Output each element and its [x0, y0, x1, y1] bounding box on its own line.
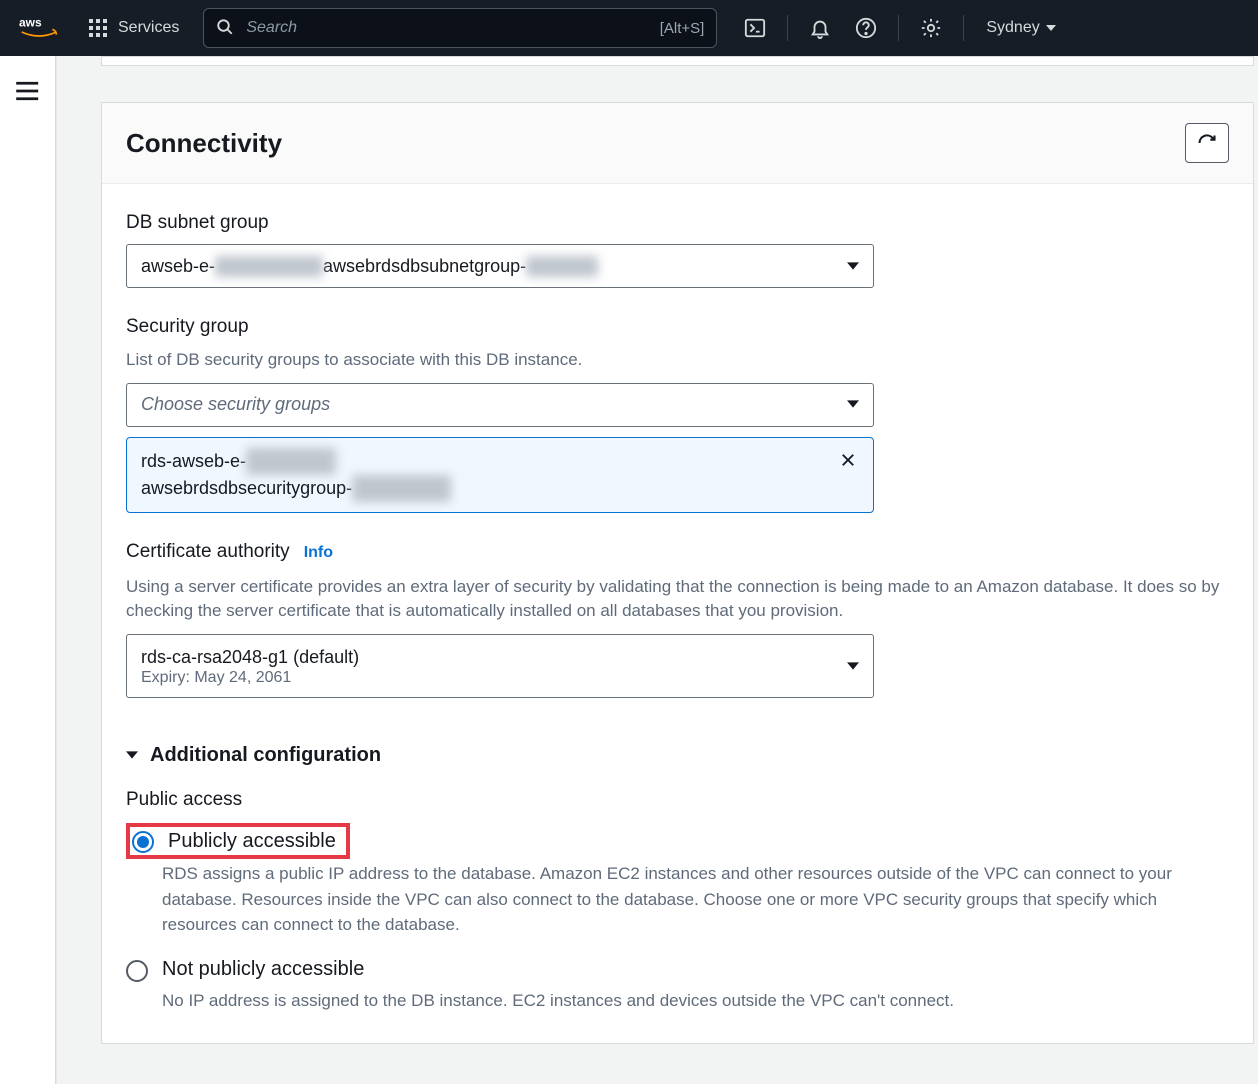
panel-title: Connectivity [126, 128, 282, 159]
hamburger-icon[interactable] [14, 80, 42, 102]
info-link[interactable]: Info [304, 544, 333, 562]
select-value: awseb-e-xxxxxxxxxxxxawsebrdsdbsubnetgrou… [141, 256, 598, 277]
previous-panel-sliver [101, 56, 1254, 66]
grid-icon [88, 18, 108, 38]
caret-down-icon [847, 656, 859, 677]
caret-down-icon [1046, 23, 1056, 33]
connectivity-panel: Connectivity DB subnet group awseb-e-xxx… [101, 102, 1254, 1044]
svg-text:aws: aws [19, 16, 42, 30]
radio-description: RDS assigns a public IP address to the d… [162, 861, 1229, 938]
db-subnet-group-select[interactable]: awseb-e-xxxxxxxxxxxxawsebrdsdbsubnetgrou… [126, 244, 874, 288]
expander-title: Additional configuration [150, 744, 381, 767]
select-subvalue: Expiry: May 24, 2061 [141, 669, 359, 687]
security-group-select[interactable]: Choose security groups [126, 383, 874, 427]
caret-down-icon [847, 394, 859, 415]
caret-down-icon [126, 748, 138, 764]
refresh-icon [1197, 133, 1217, 153]
region-label: Sydney [986, 19, 1039, 37]
gear-icon[interactable] [911, 8, 951, 48]
services-label: Services [118, 19, 179, 37]
token-remove-button[interactable] [837, 448, 859, 479]
nav-divider [963, 15, 964, 41]
side-rail [0, 56, 56, 1084]
field-help: Using a server certificate provides an e… [126, 575, 1229, 624]
help-icon[interactable] [846, 8, 886, 48]
field-label: Certificate authority [126, 541, 290, 563]
not-publicly-accessible-radio[interactable] [126, 960, 148, 982]
public-access-label: Public access [126, 789, 1229, 811]
field-label: Security group [126, 316, 1229, 338]
search-icon [216, 18, 234, 39]
caret-down-icon [847, 256, 859, 277]
services-menu[interactable]: Services [78, 18, 189, 38]
search-input[interactable] [246, 19, 647, 37]
radio-label: Publicly accessible [168, 830, 336, 853]
refresh-button[interactable] [1185, 123, 1229, 163]
region-selector[interactable]: Sydney [976, 19, 1065, 37]
search-box[interactable]: [Alt+S] [203, 8, 717, 48]
radio-description: No IP address is assigned to the DB inst… [162, 988, 1229, 1014]
panel-header: Connectivity [102, 103, 1253, 184]
security-group-token: rds-awseb-e-xxxxxxxxxx awsebrdsdbsecurit… [126, 437, 874, 513]
close-icon [839, 451, 857, 469]
db-subnet-group-field: DB subnet group awseb-e-xxxxxxxxxxxxawse… [126, 212, 1229, 288]
select-value: rds-ca-rsa2048-g1 (default) [141, 645, 359, 669]
field-label: DB subnet group [126, 212, 1229, 234]
publicly-accessible-radio[interactable] [132, 831, 154, 853]
aws-logo[interactable]: aws [16, 16, 62, 40]
top-nav: aws Services [Alt+S] Sydney [0, 0, 1258, 56]
field-help: List of DB security groups to associate … [126, 348, 1229, 373]
bell-icon[interactable] [800, 8, 840, 48]
nav-divider [787, 15, 788, 41]
certificate-authority-select[interactable]: rds-ca-rsa2048-g1 (default) Expiry: May … [126, 634, 874, 698]
cloudshell-icon[interactable] [735, 8, 775, 48]
select-placeholder: Choose security groups [141, 394, 330, 415]
token-text: rds-awseb-e-xxxxxxxxxx awsebrdsdbsecurit… [141, 448, 451, 502]
security-group-field: Security group List of DB security group… [126, 316, 1229, 513]
certificate-authority-field: Certificate authority Info Using a serve… [126, 541, 1229, 699]
radio-label: Not publicly accessible [162, 958, 364, 981]
publicly-accessible-highlight: Publicly accessible [126, 823, 350, 859]
additional-configuration-toggle[interactable]: Additional configuration [126, 726, 1229, 775]
nav-right: Sydney [735, 8, 1065, 48]
search-shortcut: [Alt+S] [660, 20, 705, 37]
nav-divider [898, 15, 899, 41]
